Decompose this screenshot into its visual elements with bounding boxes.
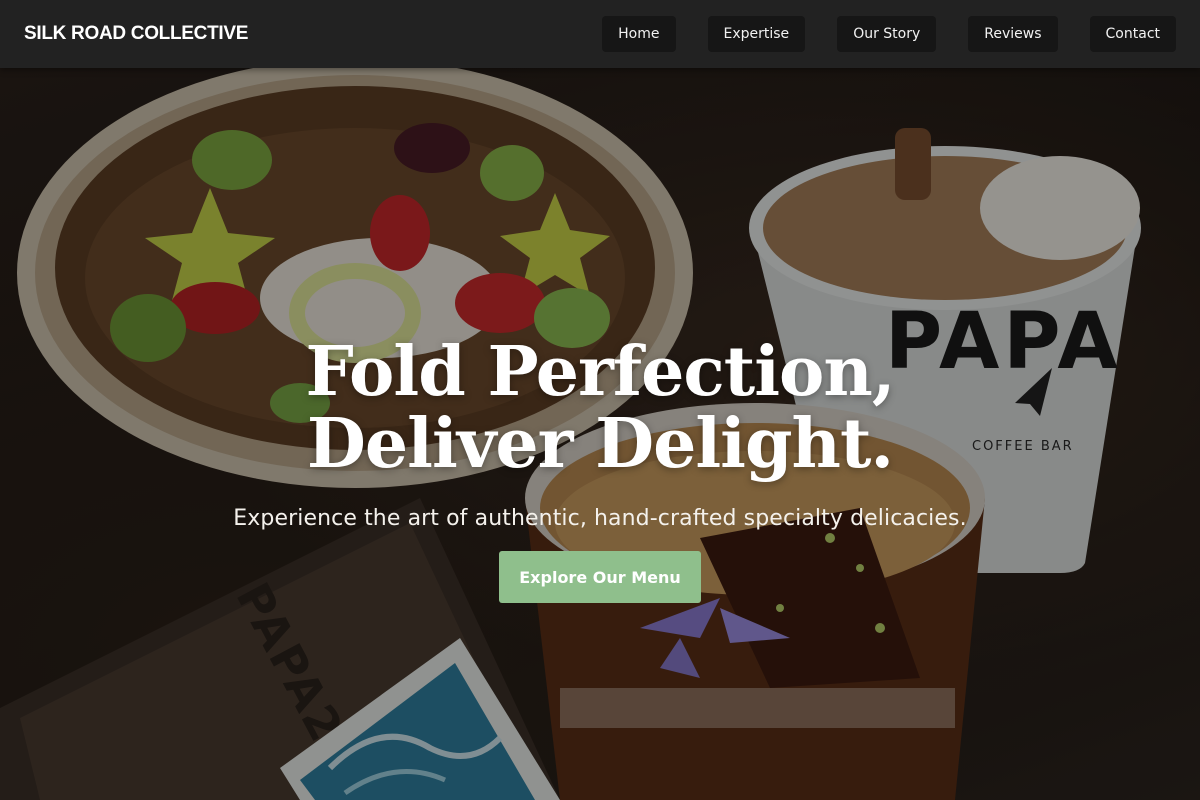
hero-section: PAPA22 PAPA COFFEE BAR Fold Perfection, …	[0, 68, 1200, 800]
nav-contact[interactable]: Contact	[1089, 16, 1176, 52]
headline-line-2: Deliver Delight.	[306, 404, 894, 484]
main-nav: Home Expertise Our Story Reviews Contact	[602, 16, 1176, 52]
hero-headline: Fold Perfection, Deliver Delight.	[0, 336, 1200, 480]
hero-subtitle: Experience the art of authentic, hand-cr…	[233, 506, 967, 531]
hero-content: Fold Perfection, Deliver Delight. Experi…	[0, 336, 1200, 603]
nav-home[interactable]: Home	[602, 16, 676, 52]
nav-reviews[interactable]: Reviews	[968, 16, 1058, 52]
brand-logo[interactable]: SILK ROAD COLLECTIVE	[24, 23, 248, 45]
site-header: SILK ROAD COLLECTIVE Home Expertise Our …	[0, 0, 1200, 68]
nav-our-story[interactable]: Our Story	[837, 16, 937, 52]
explore-menu-button[interactable]: Explore Our Menu	[499, 551, 701, 603]
headline-line-1: Fold Perfection,	[305, 332, 896, 412]
nav-expertise[interactable]: Expertise	[707, 16, 806, 52]
